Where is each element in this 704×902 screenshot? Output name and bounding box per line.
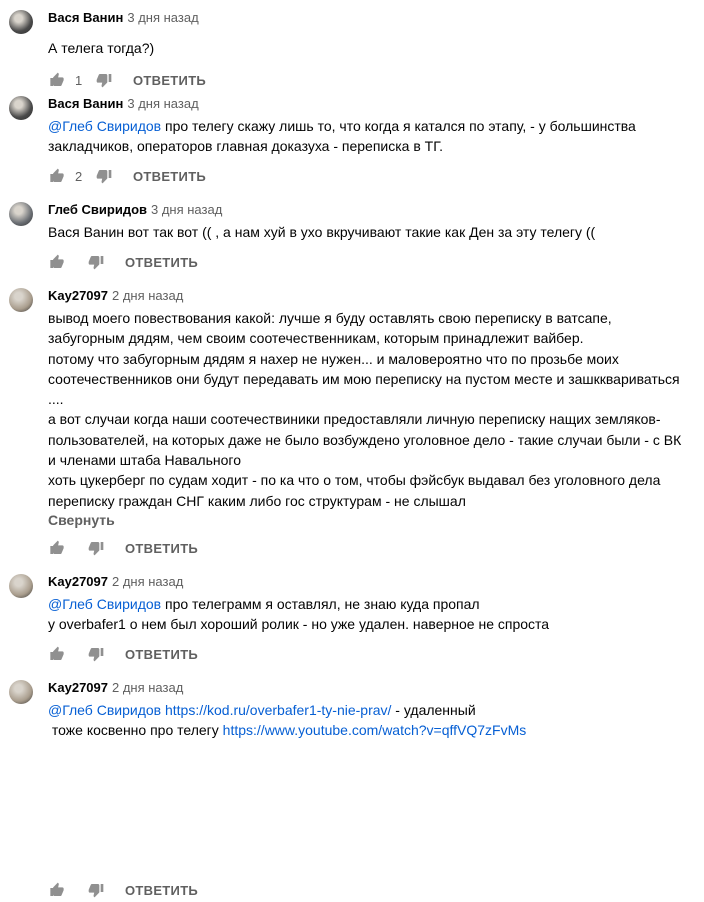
thumbs-down-icon[interactable] (87, 539, 105, 557)
reply-button[interactable]: ОТВЕТИТЬ (125, 541, 198, 556)
like-count: 2 (75, 168, 83, 184)
avatar[interactable] (9, 10, 33, 34)
avatar[interactable] (9, 680, 33, 704)
comment-line: переписку граждан СНГ каким либо гос стр… (48, 491, 698, 511)
comment-line: А телега тогда?) (48, 38, 698, 58)
text-segment: переписку граждан СНГ каким либо гос стр… (48, 492, 466, 509)
comment-line: пользователей, на которых даже не было в… (48, 430, 698, 450)
reply-button[interactable]: ОТВЕТИТЬ (125, 647, 198, 662)
thumbs-up-icon[interactable] (48, 71, 66, 89)
comment-line: вывод моего повествования какой: лучше я… (48, 308, 698, 328)
collapse-button[interactable]: Свернуть (48, 512, 115, 528)
comment-text: вывод моего повествования какой: лучше я… (48, 308, 698, 511)
comment-line: и членами штаба Навального (48, 450, 698, 470)
reply-button[interactable]: ОТВЕТИТЬ (133, 169, 206, 184)
comment-line: .... (48, 389, 698, 409)
comment-actions: 2 ОТВЕТИТЬ (48, 164, 206, 188)
thumbs-up-icon[interactable] (48, 881, 66, 899)
comment-line: хоть цукерберг по судам ходит - по ка чт… (48, 470, 698, 490)
text-segment: а вот случаи когда наши соотечествиники … (48, 411, 661, 428)
avatar[interactable] (9, 96, 33, 120)
text-segment: закладчиков, операторов главная доказуха… (48, 138, 443, 155)
thumbs-up-icon[interactable] (48, 167, 66, 185)
text-segment: потому что забугорным дядям я нахер не н… (48, 350, 619, 367)
author-name[interactable]: Глеб Свиридов (48, 202, 147, 217)
comment-line: тоже косвенно про телегу https://www.you… (48, 720, 698, 740)
comment-header: Kay27097 2 дня назад (48, 680, 183, 696)
timestamp[interactable]: 2 дня назад (112, 680, 183, 695)
timestamp[interactable]: 3 дня назад (151, 202, 222, 217)
text-segment: про телеграмм я оставлял, не знаю куда п… (161, 596, 480, 612)
thumbs-down-icon[interactable] (95, 71, 113, 89)
comment-line: соотечественников они будут передавать и… (48, 369, 698, 389)
reply-button[interactable]: ОТВЕТИТЬ (125, 255, 198, 270)
author-name[interactable]: Kay27097 (48, 680, 108, 695)
text-segment: Вася Ванин вот так вот (( , а нам хуй в … (48, 224, 596, 240)
link-text[interactable]: https://www.youtube.com/watch?v=qffVQ7zF… (223, 722, 527, 738)
thumbs-down-icon[interactable] (87, 645, 105, 663)
comment-line: а вот случаи когда наши соотечествиники … (48, 409, 698, 429)
text-segment: и членами штаба Навального (48, 452, 241, 469)
link-text[interactable]: @Глеб Свиридов (48, 596, 161, 612)
like-count: 1 (75, 72, 83, 88)
link-text[interactable]: https://kod.ru/overbafer1-ty-nie-prav/ (165, 702, 391, 718)
timestamp[interactable]: 2 дня назад (112, 574, 183, 589)
comment-text: @Глеб Свиридов про телегу скажу лишь то,… (48, 116, 698, 157)
reply-button[interactable]: ОТВЕТИТЬ (125, 883, 198, 898)
comment-header: Вася Ванин 3 дня назад (48, 96, 199, 112)
avatar[interactable] (9, 202, 33, 226)
text-segment: у overbafer1 о нем был хороший ролик - н… (48, 616, 550, 633)
comment-line: закладчиков, операторов главная доказуха… (48, 136, 698, 156)
text-segment: А телега тогда?) (48, 40, 155, 56)
avatar[interactable] (9, 288, 33, 312)
comment-line: у overbafer1 о нем был хороший ролик - н… (48, 614, 698, 634)
comment-actions: 1 ОТВЕТИТЬ (48, 68, 206, 92)
comment-line: @Глеб Свиридов про телеграмм я оставлял,… (48, 594, 698, 614)
comment-header: Kay27097 2 дня назад (48, 288, 183, 304)
text-segment: .... (48, 391, 64, 408)
text-segment: про телегу скажу лишь то, что когда я ка… (161, 118, 636, 134)
thumbs-down-icon[interactable] (87, 253, 105, 271)
comment-actions: ОТВЕТИТЬ (48, 536, 198, 560)
reply-button[interactable]: ОТВЕТИТЬ (133, 73, 206, 88)
text-segment: пользователей, на которых даже не было в… (48, 431, 682, 448)
thumbs-up-icon[interactable] (48, 253, 66, 271)
timestamp[interactable]: 2 дня назад (112, 288, 183, 303)
comment-line: @Глеб Свиридов про телегу скажу лишь то,… (48, 116, 698, 136)
text-segment: вывод моего повествования какой: лучше я… (48, 310, 612, 326)
author-name[interactable]: Вася Ванин (48, 96, 123, 111)
comment-header: Kay27097 2 дня назад (48, 574, 183, 590)
avatar[interactable] (9, 574, 33, 598)
author-name[interactable]: Вася Ванин (48, 10, 123, 25)
text-segment: соотечественников они будут передавать и… (48, 370, 680, 387)
timestamp[interactable]: 3 дня назад (127, 96, 198, 111)
comment-line: Вася Ванин вот так вот (( , а нам хуй в … (48, 222, 698, 242)
text-segment: тоже косвенно про телегу (48, 722, 223, 739)
text-segment: хоть цукерберг по судам ходит - по ка чт… (48, 472, 661, 489)
comment-line: @Глеб Свиридов https://kod.ru/overbafer1… (48, 700, 698, 720)
comment-actions: ОТВЕТИТЬ (48, 878, 198, 902)
thumbs-down-icon[interactable] (87, 881, 105, 899)
text-segment: - удаленный (391, 702, 476, 718)
comment-actions: ОТВЕТИТЬ (48, 250, 198, 274)
text-segment: забугорным дядям, чем своим соотечествен… (48, 330, 584, 347)
timestamp[interactable]: 3 дня назад (127, 10, 198, 25)
comment-text: Вася Ванин вот так вот (( , а нам хуй в … (48, 222, 698, 242)
thumbs-down-icon[interactable] (95, 167, 113, 185)
author-name[interactable]: Kay27097 (48, 288, 108, 303)
comment-text: А телега тогда?) (48, 38, 698, 58)
comment-actions: ОТВЕТИТЬ (48, 642, 198, 666)
link-text[interactable]: @Глеб Свиридов (48, 702, 161, 718)
thumbs-up-icon[interactable] (48, 645, 66, 663)
comment-line: потому что забугорным дядям я нахер не н… (48, 349, 698, 369)
thumbs-up-icon[interactable] (48, 539, 66, 557)
comment-text: @Глеб Свиридов про телеграмм я оставлял,… (48, 594, 698, 635)
comment-text: @Глеб Свиридов https://kod.ru/overbafer1… (48, 700, 698, 741)
comment-header: Вася Ванин 3 дня назад (48, 10, 199, 26)
link-text[interactable]: @Глеб Свиридов (48, 118, 161, 134)
author-name[interactable]: Kay27097 (48, 574, 108, 589)
comment-line: забугорным дядям, чем своим соотечествен… (48, 328, 698, 348)
comment-header: Глеб Свиридов 3 дня назад (48, 202, 222, 218)
